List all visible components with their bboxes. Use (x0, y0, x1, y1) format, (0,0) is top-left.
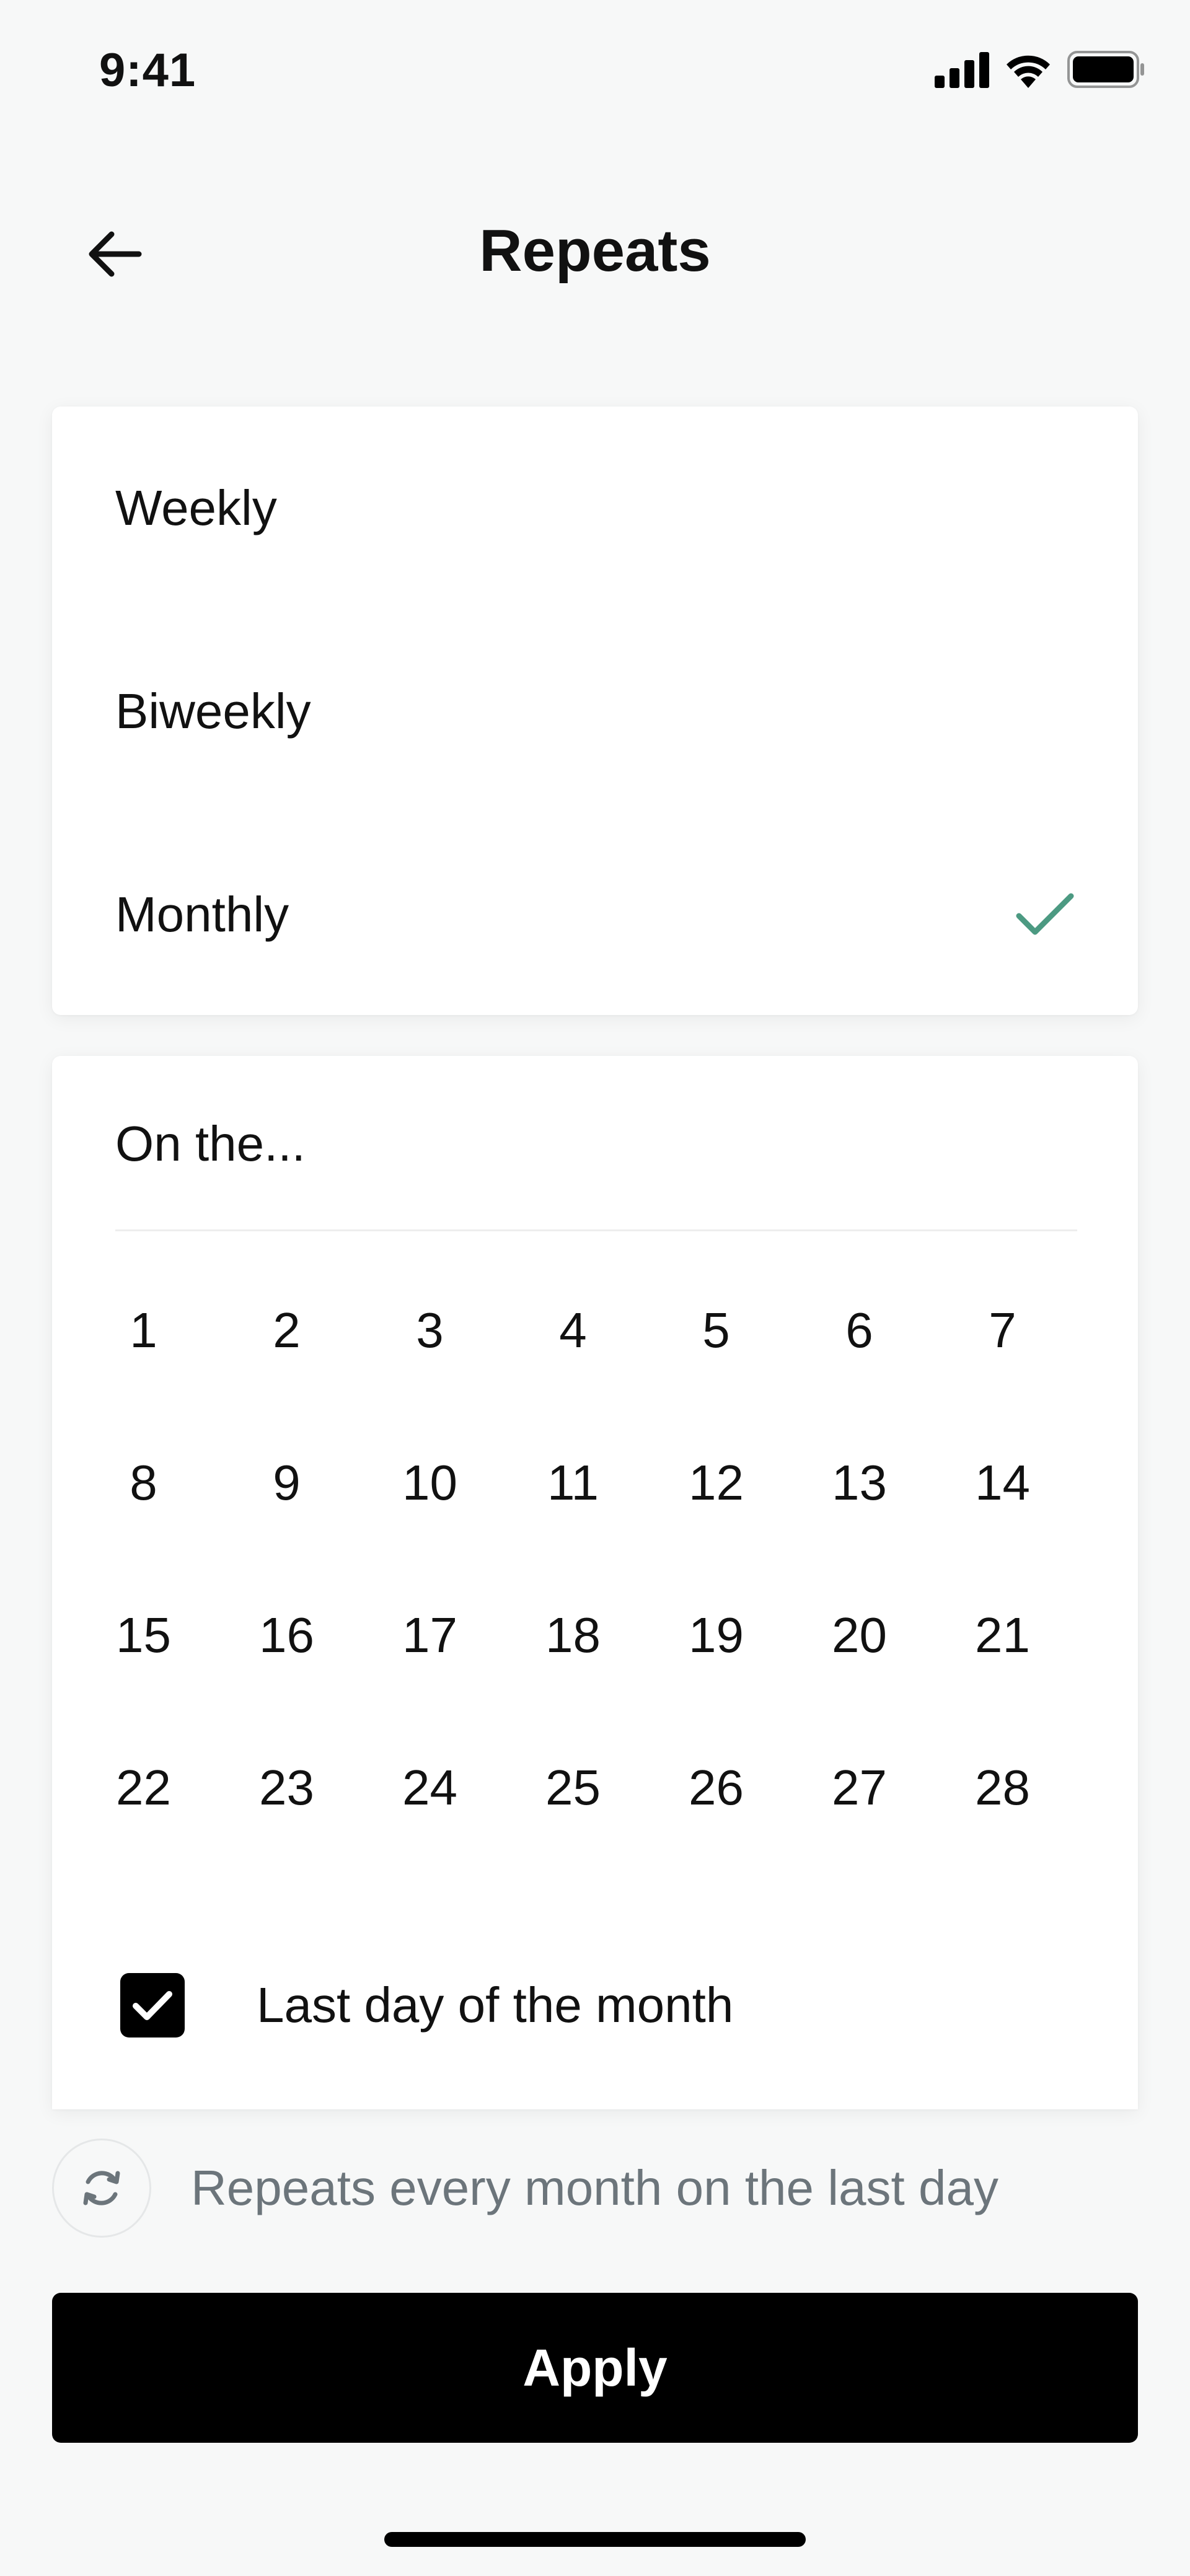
day-option[interactable]: 2 (215, 1254, 358, 1407)
divider (115, 1229, 1077, 1231)
day-picker-heading: On the... (115, 1116, 306, 1171)
checkmark-icon (1016, 893, 1074, 935)
day-option[interactable]: 15 (72, 1559, 215, 1712)
day-picker-card: On the... 1 2 3 4 5 6 7 8 9 10 11 12 13 … (52, 1056, 1138, 2109)
last-day-checkbox[interactable] (120, 1973, 185, 2038)
day-option[interactable]: 6 (788, 1254, 931, 1407)
day-option[interactable]: 14 (931, 1407, 1074, 1559)
status-time: 9:41 (99, 44, 196, 97)
day-option[interactable]: 11 (501, 1407, 645, 1559)
day-option[interactable]: 23 (215, 1712, 358, 1864)
day-option[interactable]: 8 (72, 1407, 215, 1559)
frequency-card: Weekly Biweekly Monthly (52, 407, 1138, 1015)
day-option[interactable]: 27 (788, 1712, 931, 1864)
frequency-option-label: Biweekly (115, 684, 311, 739)
page-title: Repeats (479, 218, 711, 284)
day-option[interactable]: 28 (931, 1712, 1074, 1864)
day-option[interactable]: 4 (501, 1254, 645, 1407)
status-icons (935, 51, 1145, 88)
repeat-icon (83, 2171, 120, 2205)
day-option[interactable]: 3 (358, 1254, 501, 1407)
day-option[interactable]: 26 (645, 1712, 788, 1864)
day-option[interactable]: 1 (72, 1254, 215, 1407)
day-option[interactable]: 7 (931, 1254, 1074, 1407)
nav-bar: Repeats (0, 186, 1190, 322)
day-option[interactable]: 13 (788, 1407, 931, 1559)
repeat-icon-badge (52, 2139, 151, 2238)
frequency-option-biweekly[interactable]: Biweekly (52, 610, 1138, 813)
day-option[interactable]: 19 (645, 1559, 788, 1712)
frequency-option-weekly[interactable]: Weekly (52, 407, 1138, 610)
cellular-signal-icon (935, 52, 989, 88)
frequency-option-label: Monthly (115, 887, 289, 942)
day-option[interactable]: 16 (215, 1559, 358, 1712)
frequency-option-label: Weekly (115, 480, 277, 535)
repeat-summary-text: Repeats every month on the last day (191, 2160, 998, 2215)
day-grid: 1 2 3 4 5 6 7 8 9 10 11 12 13 14 15 16 1… (72, 1254, 1076, 1864)
day-option[interactable]: 17 (358, 1559, 501, 1712)
day-option[interactable]: 20 (788, 1559, 931, 1712)
frequency-option-monthly[interactable]: Monthly (52, 813, 1138, 1016)
day-option[interactable]: 18 (501, 1559, 645, 1712)
day-option[interactable]: 9 (215, 1407, 358, 1559)
day-option[interactable]: 25 (501, 1712, 645, 1864)
wifi-icon (1007, 55, 1050, 88)
day-option[interactable]: 10 (358, 1407, 501, 1559)
status-bar: 9:41 (0, 0, 1190, 149)
day-option[interactable]: 21 (931, 1559, 1074, 1712)
day-option[interactable]: 24 (358, 1712, 501, 1864)
repeat-summary: Repeats every month on the last day (52, 2092, 1138, 2284)
day-option[interactable]: 12 (645, 1407, 788, 1559)
day-option[interactable]: 5 (645, 1254, 788, 1407)
home-indicator (384, 2532, 806, 2547)
last-day-option[interactable]: Last day of the month (120, 1973, 733, 2038)
battery-icon (1067, 51, 1144, 88)
checkmark-icon (133, 1991, 172, 2020)
day-option[interactable]: 22 (72, 1712, 215, 1864)
apply-button[interactable]: Apply (52, 2293, 1138, 2443)
last-day-label: Last day of the month (257, 1977, 734, 2033)
